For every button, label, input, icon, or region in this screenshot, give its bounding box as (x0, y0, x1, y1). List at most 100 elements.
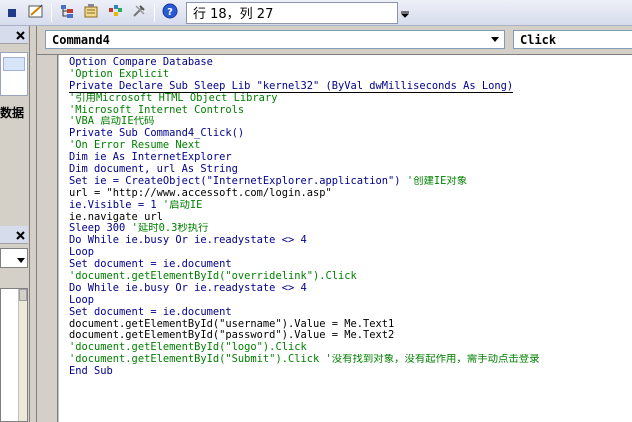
toolbox-icon (131, 3, 147, 23)
scrollbar-thumb[interactable] (19, 289, 27, 301)
vbe-window: ? 行 18，列 27 数据 Command4 Click Option Com… (0, 0, 632, 422)
project-explorer-button[interactable] (57, 3, 77, 23)
code-line[interactable]: url = "http://www.accessoft.com/login.as… (69, 188, 629, 200)
code-statement: Private Declare Sub Sleep Lib "kernel32"… (69, 80, 514, 92)
dropdown-arrow-icon (17, 249, 25, 268)
object-browser-button[interactable] (105, 3, 125, 23)
toolbar-options-button[interactable] (400, 2, 410, 24)
project-pane-close-button[interactable] (0, 26, 28, 44)
properties-button[interactable] (81, 3, 101, 23)
properties-pane-close-button[interactable] (0, 226, 28, 244)
code-statement: document.getElementById("password").Valu… (69, 330, 395, 342)
project-tree[interactable] (0, 52, 28, 96)
cursor-position-status: 行 18，列 27 (186, 1, 398, 24)
code-line[interactable]: 'Microsoft Internet Controls (69, 105, 629, 117)
code-statement: Dim document, url As String (69, 164, 238, 176)
code-line[interactable]: 'document.getElementById("overridelink")… (69, 271, 629, 283)
code-line[interactable]: 'On Error Resume Next (69, 140, 629, 152)
code-statement: Dim ie As InternetExplorer (69, 152, 232, 164)
code-comment: 'document.getElementById("Submit").Click… (69, 354, 540, 366)
code-comment: 'document.getElementById("logo").Click (69, 342, 307, 354)
help-button[interactable]: ? (160, 3, 180, 23)
code-comment: 'Option Explicit (69, 68, 170, 80)
properties-label: 数据 (0, 106, 25, 120)
code-comment: 'VBA 启动IE代码 (69, 116, 155, 128)
code-line[interactable]: Loop (69, 247, 629, 259)
code-statement: Loop (69, 294, 95, 306)
code-statement: ie.navigate url (69, 211, 163, 223)
code-comment: '创建IE对象 (406, 175, 468, 187)
code-comment: 'On Error Resume Next (69, 140, 201, 152)
tree-item-highlight (3, 57, 25, 71)
code-statement: Option Compare Database (69, 57, 213, 68)
margin-indicator-bar[interactable] (37, 55, 59, 422)
svg-text:?: ? (167, 7, 173, 18)
dropdown-arrow-icon (400, 3, 410, 22)
toolbox-button[interactable] (129, 3, 149, 23)
code-line[interactable]: Private Sub Command4_Click() (69, 128, 629, 140)
code-statement: Sleep 300 (69, 223, 132, 235)
toolbar-separator (154, 3, 155, 22)
code-statement: document.getElementById("username").Valu… (69, 318, 395, 330)
close-icon (16, 25, 25, 44)
code-line[interactable]: Sleep 300 '延时0.3秒执行 (69, 223, 629, 235)
code-statement: Loop (69, 247, 95, 259)
code-line[interactable]: Do While ie.busy Or ie.readystate <> 4 (69, 283, 629, 295)
code-statement: Do While ie.busy Or ie.readystate <> 4 (69, 282, 307, 294)
code-window: Command4 Click Option Compare Database 'O… (36, 26, 632, 422)
code-line[interactable]: Option Compare Database (69, 57, 629, 69)
code-line[interactable]: End Sub (69, 366, 629, 378)
dropdown-arrow-icon[interactable] (488, 32, 502, 47)
code-line[interactable]: 'VBA 启动IE代码 (69, 116, 629, 128)
code-text[interactable]: Option Compare Database 'Option Explicit P… (69, 57, 629, 378)
object-browser-icon (107, 3, 123, 23)
properties-scrollbar[interactable] (18, 289, 27, 421)
object-select-value: Command4 (52, 32, 110, 47)
code-window-combos: Command4 Click (37, 26, 632, 52)
code-comment: '延时0.3秒执行 (131, 223, 209, 235)
code-line[interactable]: Loop (69, 295, 629, 307)
procedure-select[interactable]: Click (513, 30, 632, 49)
code-statement: ie.Visible = 1 (69, 199, 163, 211)
code-line[interactable]: Set document = ie.document (69, 307, 629, 319)
code-line[interactable]: Dim document, url As String (69, 164, 629, 176)
code-line[interactable]: Set ie = CreateObject("InternetExplorer.… (69, 176, 629, 188)
code-line[interactable]: document.getElementById("username").Valu… (69, 319, 629, 331)
code-statement: Set document = ie.document (69, 259, 232, 271)
code-comment: '启动IE (162, 199, 203, 211)
stop-button[interactable] (2, 3, 22, 23)
code-line[interactable]: '引用Microsoft HTML Object Library (69, 93, 629, 105)
project-explorer-icon (59, 3, 75, 23)
code-statement: Do While ie.busy Or ie.readystate <> 4 (69, 235, 307, 247)
object-select[interactable]: Command4 (45, 30, 505, 49)
code-line[interactable]: Dim ie As InternetExplorer (69, 152, 629, 164)
code-statement: Private Sub Command4_Click() (69, 128, 245, 140)
project-properties-panel: 数据 (0, 26, 30, 422)
code-comment: '引用Microsoft HTML Object Library (69, 92, 278, 104)
properties-object-select[interactable] (0, 248, 28, 268)
code-line[interactable]: ie.navigate url (69, 212, 629, 224)
code-statement: Set ie = CreateObject("InternetExplorer.… (69, 175, 407, 187)
code-line[interactable]: 'document.getElementById("Submit").Click… (69, 354, 629, 366)
margin-divider (57, 55, 58, 422)
code-line[interactable]: 'document.getElementById("logo").Click (69, 342, 629, 354)
code-line[interactable]: Do While ie.busy Or ie.readystate <> 4 (69, 235, 629, 247)
code-line[interactable]: Private Declare Sub Sleep Lib "kernel32"… (69, 81, 629, 93)
properties-list[interactable] (0, 288, 28, 422)
design-mode-icon (28, 3, 44, 23)
stop-icon (7, 3, 17, 22)
code-line[interactable]: Set document = ie.document (69, 259, 629, 271)
code-line[interactable]: ie.Visible = 1 '启动IE (69, 200, 629, 212)
design-mode-button[interactable] (26, 3, 46, 23)
properties-icon (83, 3, 99, 23)
close-icon (16, 225, 25, 244)
toolbar-separator (51, 3, 52, 22)
code-comment: 'Microsoft Internet Controls (69, 104, 245, 116)
code-line[interactable]: document.getElementById("password").Valu… (69, 330, 629, 342)
code-editor[interactable]: Option Compare Database 'Option Explicit P… (37, 54, 632, 422)
standard-toolbar: ? 行 18，列 27 (0, 0, 632, 26)
code-statement: End Sub (69, 366, 113, 378)
help-icon: ? (162, 3, 178, 23)
code-statement: url = "http://www.accessoft.com/login.as… (69, 187, 332, 199)
code-line[interactable]: 'Option Explicit (69, 69, 629, 81)
